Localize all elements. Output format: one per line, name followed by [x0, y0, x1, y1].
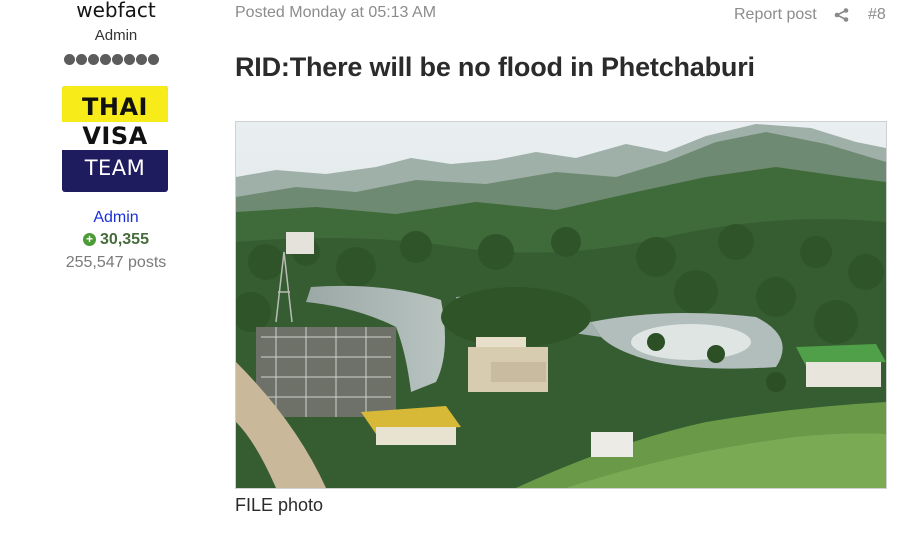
rank-dot [76, 54, 87, 65]
rank-dot [112, 54, 123, 65]
reputation: +30,355 [0, 231, 232, 249]
dam-landscape-photo [236, 122, 886, 488]
reputation-value: 30,355 [100, 231, 149, 248]
author-username[interactable]: webfact [0, 0, 232, 22]
rank-dot [100, 54, 111, 65]
author-group-link[interactable]: Admin [0, 209, 232, 227]
post-timestamp[interactable]: Posted Monday at 05:13 AM [235, 4, 436, 22]
report-post-link[interactable]: Report post [734, 6, 817, 24]
rank-dot [148, 54, 159, 65]
rank-dot [88, 54, 99, 65]
author-role: Admin [94, 27, 138, 44]
rank-dot [124, 54, 135, 65]
badge-line2: VISA [62, 122, 168, 150]
rank-dots [64, 54, 159, 65]
badge-line1: THAI [82, 93, 148, 121]
plus-icon: + [83, 233, 97, 246]
rank-dot [64, 54, 75, 65]
post-photo[interactable] [235, 121, 887, 489]
post-number-link[interactable]: #8 [868, 6, 886, 24]
share-icon[interactable] [834, 8, 849, 22]
team-badge-avatar[interactable]: THAI VISA TEAM [62, 86, 168, 192]
post-title: RID:There will be no flood in Phetchabur… [235, 52, 755, 82]
photo-caption: FILE photo [235, 495, 324, 515]
rank-dot [136, 54, 147, 65]
badge-line3: TEAM [84, 156, 146, 180]
post-count: 255,547 posts [65, 254, 167, 271]
